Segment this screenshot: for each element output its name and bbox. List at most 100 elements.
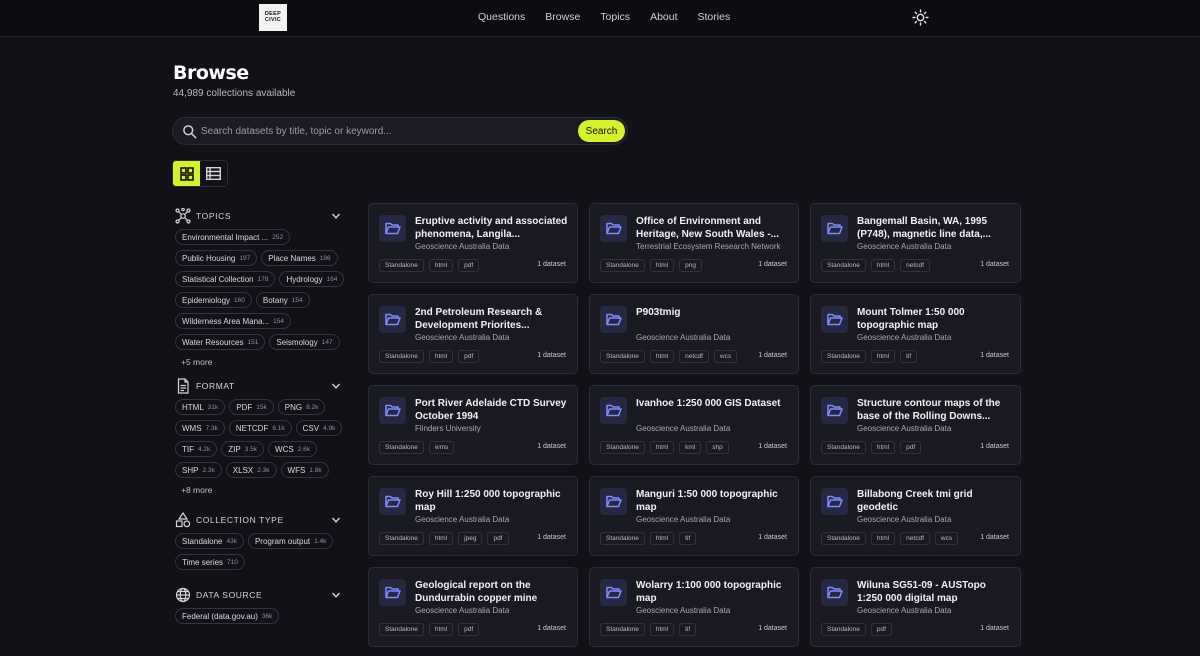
filter-chip[interactable]: XLSX 2.3k — [225, 462, 277, 478]
facet-header-data-source[interactable]: DATA SOURCE — [175, 584, 345, 606]
filter-chip[interactable]: Hydrology 164 — [279, 271, 345, 287]
filter-chip[interactable]: Seismology 147 — [269, 334, 340, 350]
filter-chip[interactable]: WMS 7.3k — [175, 420, 225, 436]
format-tag: Standalone — [600, 259, 645, 272]
filter-chip[interactable]: HTML 31k — [175, 399, 226, 415]
facet-header-format[interactable]: FORMAT — [175, 375, 345, 397]
folder-icon-box — [379, 306, 406, 333]
filter-chip[interactable]: Wilderness Area Mana... 154 — [175, 313, 292, 329]
card-dataset-count: 1 dataset — [980, 443, 1009, 450]
filter-chip[interactable]: Botany 154 — [255, 292, 310, 308]
format-tag: html — [428, 532, 454, 545]
nav-topics[interactable]: Topics — [600, 11, 630, 23]
collection-card[interactable]: Geological report on the Dundurrabin cop… — [368, 567, 578, 647]
collection-card[interactable]: Bangemall Basin, WA, 1995 (P748), magnet… — [810, 203, 1021, 283]
chevron-down-icon[interactable] — [331, 515, 341, 525]
filter-sidebar: TOPICS Environmental Impact ... 252 Publi… — [175, 205, 345, 632]
card-title: Office of Environment and Heritage, New … — [636, 216, 779, 240]
filter-chip[interactable]: Water Resources 151 — [175, 334, 266, 350]
deep-civic-logo[interactable]: DEEP CIVIC — [259, 4, 287, 31]
collection-card[interactable]: Mount Tolmer 1:50 000 topographic map Ge… — [810, 294, 1021, 374]
collection-card[interactable]: Manguri 1:50 000 topographic map Geoscie… — [589, 476, 799, 556]
folder-open-icon — [605, 495, 622, 508]
filter-chip[interactable]: Federal (data.gov.au) 36k — [175, 608, 280, 624]
facet-header-collection-type[interactable]: COLLECTION TYPE — [175, 509, 345, 531]
filter-chip[interactable]: PDF 15k — [229, 399, 274, 415]
folder-icon-box — [821, 397, 848, 424]
card-dataset-count: 1 dataset — [758, 261, 787, 268]
chevron-down-icon[interactable] — [331, 590, 341, 600]
filter-chip[interactable]: Public Housing 197 — [175, 250, 258, 266]
folder-open-icon — [826, 222, 843, 235]
nav-browse[interactable]: Browse — [545, 11, 580, 23]
format-tag: pdf — [458, 623, 480, 636]
nav-about[interactable]: About — [650, 11, 677, 23]
collection-card[interactable]: Wolarry 1:100 000 topographic map Geosci… — [589, 567, 799, 647]
filter-chip[interactable]: ZIP 3.5k — [221, 441, 265, 457]
filter-chip[interactable]: CSV 4.9k — [295, 420, 343, 436]
folder-open-icon — [826, 313, 843, 326]
collection-card[interactable]: Eruptive activity and associated phenome… — [368, 203, 578, 283]
card-source: Geoscience Australia Data — [415, 333, 510, 342]
card-tags: Standalone html netcdf — [821, 259, 930, 272]
chevron-down-icon[interactable] — [331, 381, 341, 391]
filter-chip[interactable]: SHP 2.3k — [175, 462, 222, 478]
format-tag: wms — [428, 441, 455, 454]
card-tags: Standalone html png — [600, 259, 703, 272]
filter-chip[interactable]: Program output 1.4k — [247, 533, 334, 549]
collection-card[interactable]: Roy Hill 1:250 000 topographic map Geosc… — [368, 476, 578, 556]
format-tag: html — [870, 532, 896, 545]
page-title: Browse — [173, 62, 249, 84]
filter-chip[interactable]: WFS 1.8k — [280, 462, 329, 478]
search-bar: Search — [172, 117, 628, 145]
list-view-button[interactable] — [200, 161, 227, 186]
folder-open-icon — [384, 495, 401, 508]
filter-chip[interactable]: Environmental Impact ... 252 — [175, 229, 291, 245]
card-dataset-count: 1 dataset — [980, 625, 1009, 632]
card-source: Geoscience Australia Data — [636, 515, 731, 524]
collection-card[interactable]: Port River Adelaide CTD Survey October 1… — [368, 385, 578, 465]
card-dataset-count: 1 dataset — [758, 443, 787, 450]
nav-questions[interactable]: Questions — [478, 11, 525, 23]
card-tags: Standalone pdf — [821, 623, 892, 636]
format-tag: wcs — [934, 532, 959, 545]
grid-view-button[interactable] — [173, 161, 200, 186]
card-title: P903tmig — [636, 307, 681, 318]
collection-card[interactable]: P903tmig Geoscience Australia Data Stand… — [589, 294, 799, 374]
format-tag: Standalone — [600, 441, 645, 454]
search-button[interactable]: Search — [578, 120, 625, 142]
collection-card[interactable]: Structure contour maps of the base of th… — [810, 385, 1021, 465]
list-icon — [206, 167, 221, 180]
card-title: Billabong Creek tmi grid geodetic — [857, 489, 973, 513]
format-tag: Standalone — [821, 441, 866, 454]
filter-chip[interactable]: Statistical Collection 178 — [175, 271, 276, 287]
card-title: Ivanhoe 1:250 000 GIS Dataset — [636, 398, 781, 409]
filter-chip[interactable]: NETCDF 6.1k — [228, 420, 292, 436]
filter-chip[interactable]: TIF 4.2k — [175, 441, 218, 457]
filter-chip[interactable]: Time series 710 — [175, 554, 245, 570]
card-tags: Standalone html pdf — [821, 441, 922, 454]
show-more-topics[interactable]: +5 more — [181, 357, 345, 367]
filter-chip[interactable]: Standalone 43k — [175, 533, 244, 549]
nav-stories[interactable]: Stories — [698, 11, 731, 23]
search-input[interactable] — [201, 122, 561, 141]
sun-icon[interactable] — [912, 9, 929, 26]
card-tags: Standalone html pdf — [379, 350, 480, 363]
filter-chip[interactable]: Epidemiology 160 — [175, 292, 252, 308]
filter-chip[interactable]: Place Names 196 — [261, 250, 338, 266]
facet-title: FORMAT — [196, 381, 235, 391]
collection-card[interactable]: 2nd Petroleum Research & Development Pri… — [368, 294, 578, 374]
top-navigation-bar: DEEP CIVIC Questions Browse Topics About… — [0, 0, 1200, 37]
collection-card[interactable]: Billabong Creek tmi grid geodetic Geosci… — [810, 476, 1021, 556]
collection-card[interactable]: Office of Environment and Heritage, New … — [589, 203, 799, 283]
chevron-down-icon[interactable] — [331, 211, 341, 221]
collection-count: 44,989 collections available — [173, 88, 296, 99]
facet-header-topics[interactable]: TOPICS — [175, 205, 345, 227]
collection-card[interactable]: Wiluna SG51-09 - AUSTopo 1:250 000 digit… — [810, 567, 1021, 647]
show-more-formats[interactable]: +8 more — [181, 485, 345, 495]
collection-card[interactable]: Ivanhoe 1:250 000 GIS Dataset Geoscience… — [589, 385, 799, 465]
filter-chip[interactable]: PNG 8.2k — [277, 399, 326, 415]
folder-icon-box — [379, 215, 406, 242]
folder-open-icon — [826, 495, 843, 508]
filter-chip[interactable]: WCS 2.6k — [268, 441, 318, 457]
